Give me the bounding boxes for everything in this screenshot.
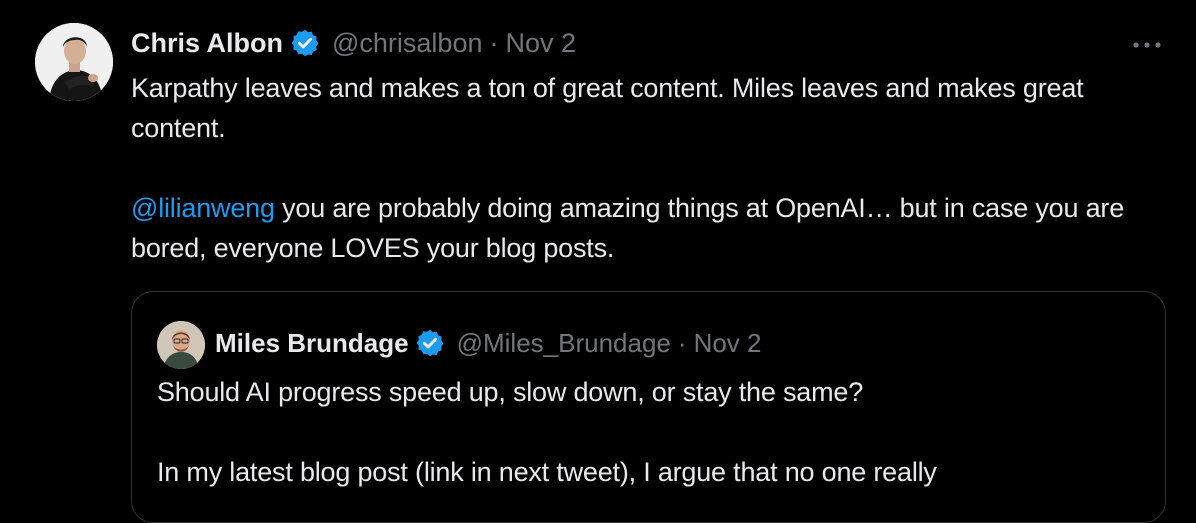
quoted-author-name[interactable]: Miles Brundage [215, 328, 409, 359]
tweet-text-paragraph-2-rest: you are probably doing amazing things at… [131, 193, 1125, 263]
tweet[interactable]: Chris Albon @chrisalbon · Nov 2 Karpathy… [0, 0, 1196, 523]
quoted-tweet-header: Miles Brundage @Miles_Brundage · Nov 2 [215, 326, 761, 360]
verified-badge-icon[interactable] [290, 28, 320, 58]
tweet-text-paragraph-2: @lilianweng you are probably doing amazi… [131, 188, 1166, 268]
separator-dot: · [677, 327, 687, 358]
tweet-text-paragraph-1: Karpathy leaves and makes a ton of great… [131, 73, 1084, 143]
mention-link[interactable]: @lilianweng [131, 193, 275, 223]
quoted-tweet-date[interactable]: Nov 2 [694, 328, 762, 359]
tweet-text: Karpathy leaves and makes a ton of great… [131, 68, 1166, 268]
quoted-text-line-2: In my latest blog post (link in next twe… [157, 457, 937, 487]
author-handle[interactable]: @chrisalbon [332, 28, 482, 59]
separator-dot: · [489, 27, 499, 58]
quoted-author-handle[interactable]: @Miles_Brundage [457, 328, 671, 359]
tweet-header: Chris Albon @chrisalbon · Nov 2 [131, 26, 576, 60]
quoted-author-avatar[interactable] [157, 321, 205, 369]
author-name[interactable]: Chris Albon [131, 28, 283, 59]
quoted-tweet[interactable]: Miles Brundage @Miles_Brundage · Nov 2 S… [131, 291, 1166, 523]
quoted-text-line-1: Should AI progress speed up, slow down, … [157, 377, 864, 407]
verified-badge-icon[interactable] [415, 328, 445, 358]
author-avatar[interactable] [35, 23, 113, 101]
quoted-tweet-text: Should AI progress speed up, slow down, … [157, 372, 1137, 492]
more-horizontal-icon[interactable] [1128, 30, 1168, 60]
tweet-date[interactable]: Nov 2 [505, 28, 576, 59]
